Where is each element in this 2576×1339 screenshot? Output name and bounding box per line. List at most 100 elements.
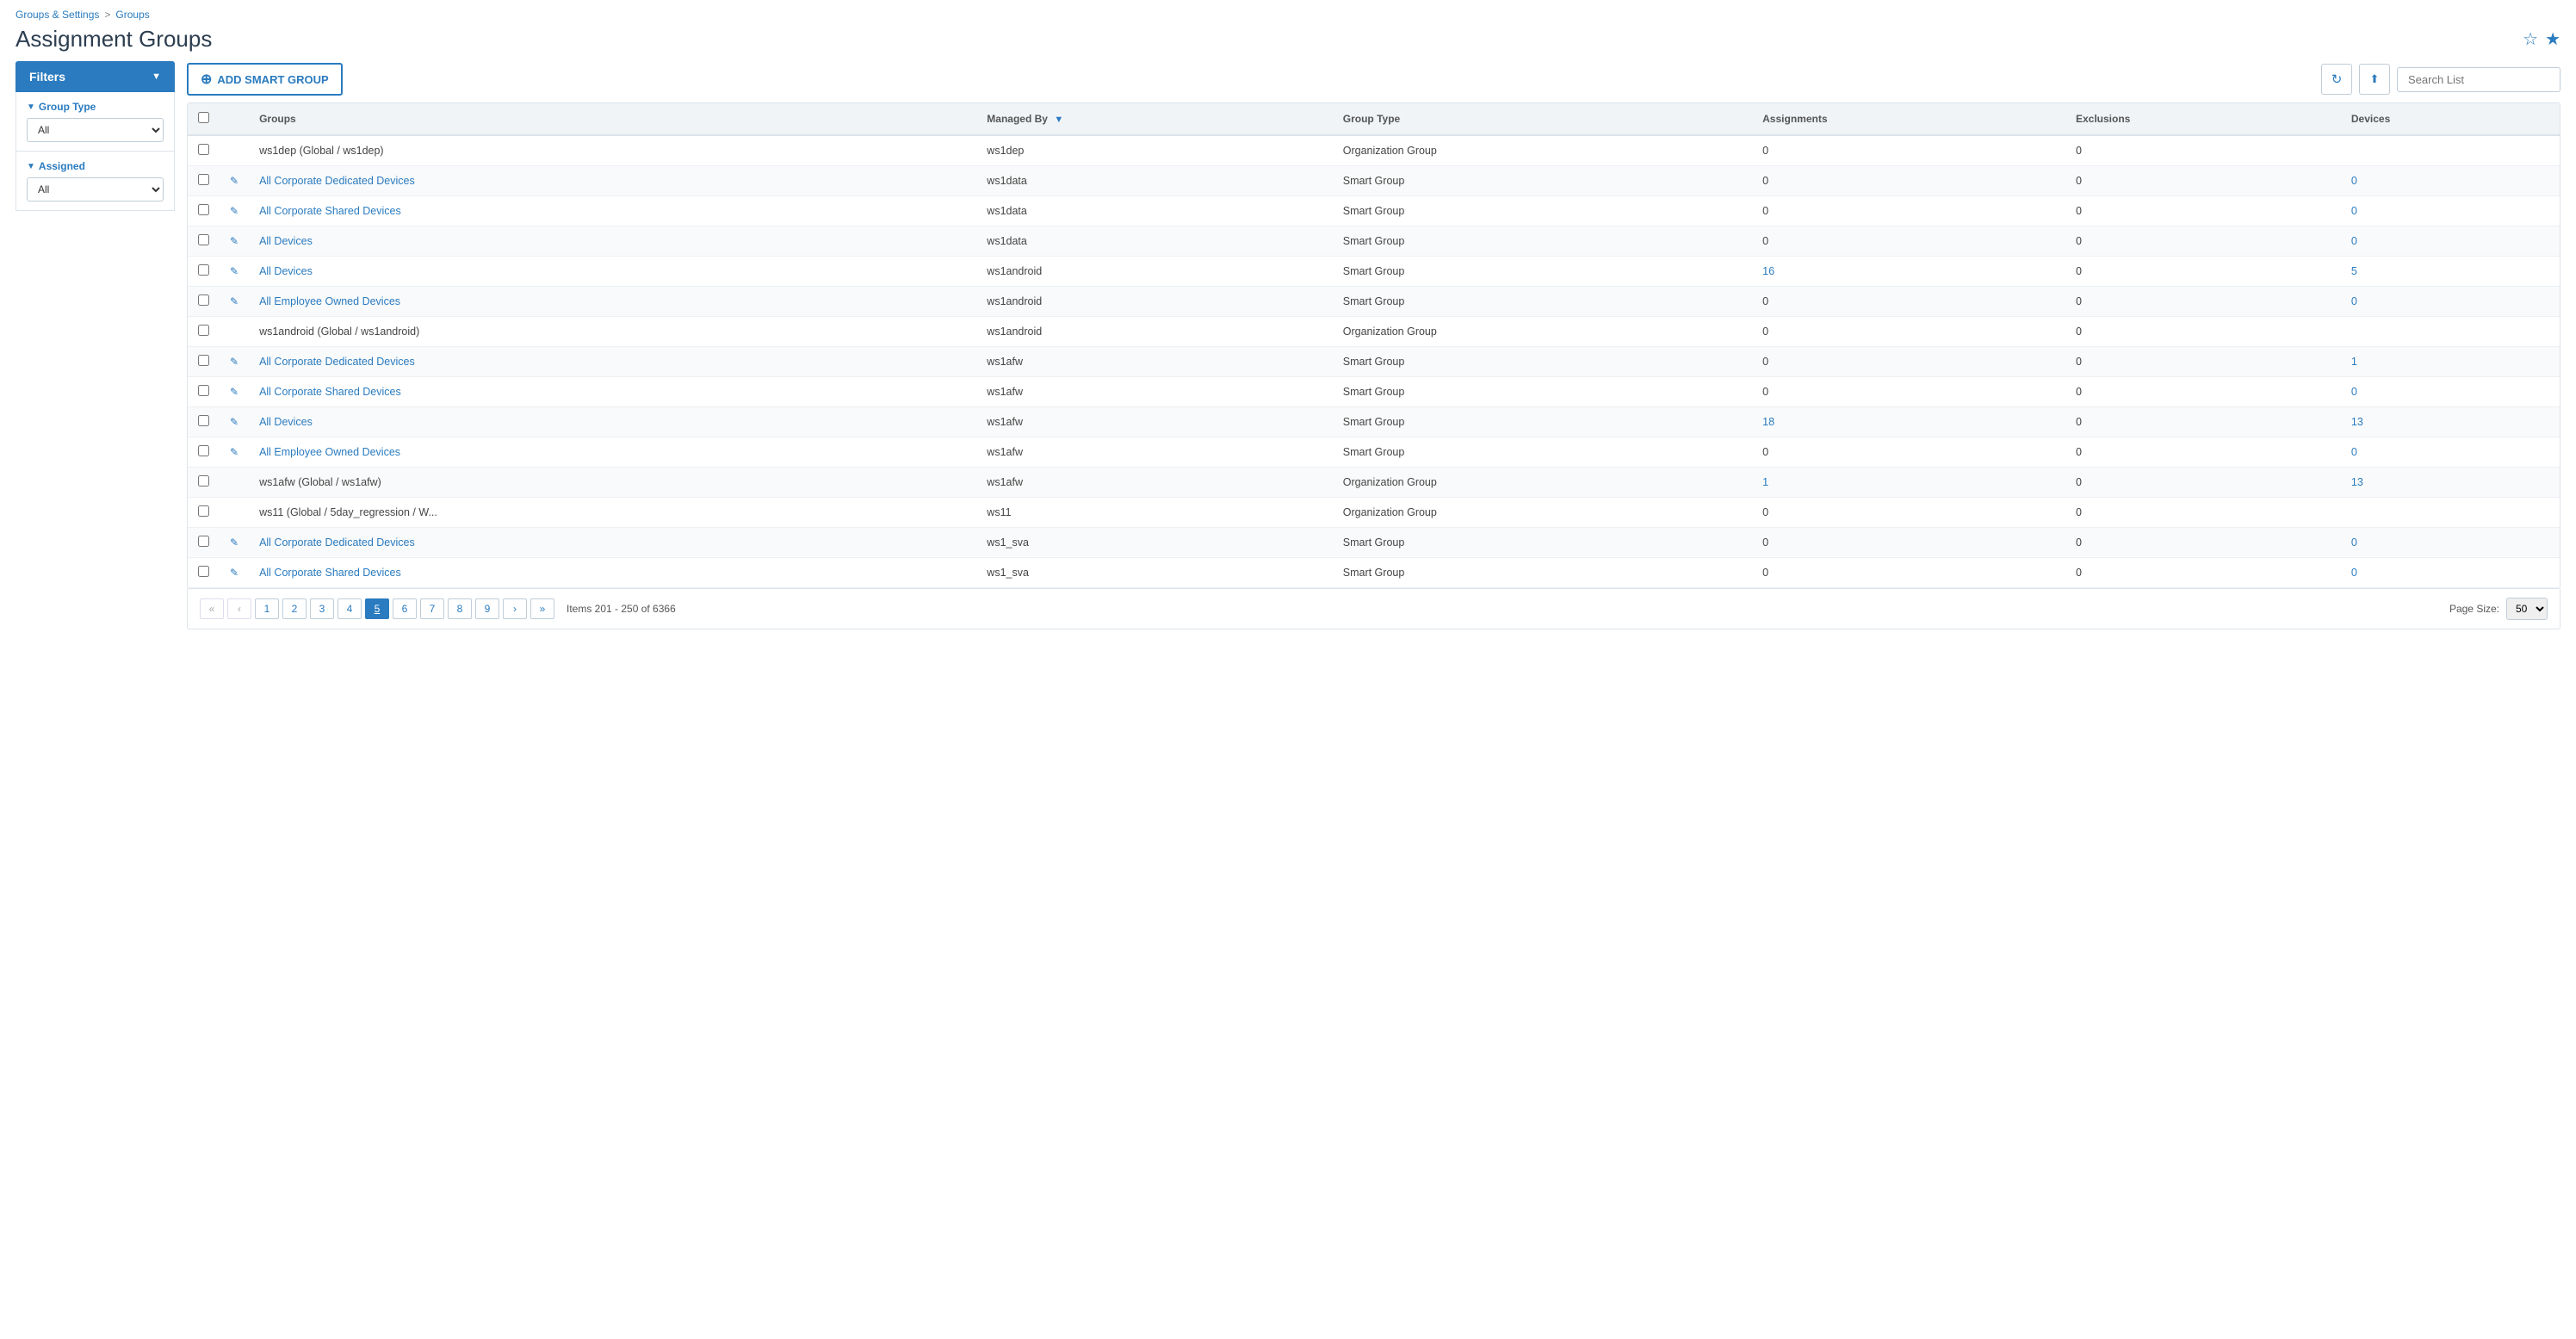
edit-icon[interactable]: ✎ xyxy=(230,446,238,458)
row-devices: 0 xyxy=(2341,528,2560,558)
row-checkbox[interactable] xyxy=(198,536,209,547)
pagination-right: Page Size: 50 xyxy=(2449,598,2548,620)
edit-icon[interactable]: ✎ xyxy=(230,567,238,579)
row-checkbox[interactable] xyxy=(198,174,209,185)
devices-link[interactable]: 0 xyxy=(2351,386,2357,398)
group-link[interactable]: All Corporate Dedicated Devices xyxy=(259,175,415,187)
row-group-type: Smart Group xyxy=(1333,196,1752,226)
last-page-button[interactable]: » xyxy=(530,598,554,619)
row-checkbox[interactable] xyxy=(198,475,209,487)
export-button[interactable]: ⬆ xyxy=(2359,64,2390,95)
group-link[interactable]: All Corporate Dedicated Devices xyxy=(259,356,415,368)
devices-link[interactable]: 0 xyxy=(2351,446,2357,458)
edit-icon[interactable]: ✎ xyxy=(230,205,238,217)
page-2-button[interactable]: 2 xyxy=(282,598,307,619)
edit-icon[interactable]: ✎ xyxy=(230,175,238,187)
page-size-select[interactable]: 50 xyxy=(2506,598,2548,620)
devices-link[interactable]: 0 xyxy=(2351,536,2357,549)
devices-link[interactable]: 0 xyxy=(2351,205,2357,217)
row-checkbox[interactable] xyxy=(198,385,209,396)
group-link[interactable]: All Devices xyxy=(259,235,313,247)
header-edit-cell xyxy=(220,103,249,135)
row-checkbox[interactable] xyxy=(198,355,209,366)
table-row: ws1android (Global / ws1android)ws1andro… xyxy=(188,317,2560,347)
assigned-filter-label[interactable]: ▼ Assigned xyxy=(27,160,164,172)
row-exclusions: 0 xyxy=(2065,528,2341,558)
group-link[interactable]: All Corporate Dedicated Devices xyxy=(259,536,415,549)
select-all-checkbox[interactable] xyxy=(198,112,209,123)
bookmark-icon[interactable]: ☆ xyxy=(2523,28,2538,50)
group-link[interactable]: All Employee Owned Devices xyxy=(259,446,400,458)
chevron-down-icon-2: ▼ xyxy=(27,162,35,171)
row-devices: 1 xyxy=(2341,347,2560,377)
group-type-select[interactable]: All xyxy=(27,118,164,142)
row-checkbox-cell xyxy=(188,468,220,498)
page-8-button[interactable]: 8 xyxy=(448,598,472,619)
devices-link[interactable]: 0 xyxy=(2351,567,2357,579)
devices-link[interactable]: 0 xyxy=(2351,295,2357,307)
page-9-button[interactable]: 9 xyxy=(475,598,499,619)
edit-icon[interactable]: ✎ xyxy=(230,235,238,247)
group-link[interactable]: All Corporate Shared Devices xyxy=(259,386,401,398)
assigned-select[interactable]: All xyxy=(27,177,164,201)
row-checkbox[interactable] xyxy=(198,505,209,517)
row-checkbox[interactable] xyxy=(198,415,209,426)
group-link[interactable]: All Corporate Shared Devices xyxy=(259,567,401,579)
row-devices: 0 xyxy=(2341,226,2560,257)
edit-icon[interactable]: ✎ xyxy=(230,416,238,428)
row-assignments: 0 xyxy=(1752,317,2065,347)
row-checkbox[interactable] xyxy=(198,325,209,336)
row-group-name: All Corporate Dedicated Devices xyxy=(249,347,976,377)
breadcrumb-part2[interactable]: Groups xyxy=(115,9,149,21)
row-managed-by: ws1data xyxy=(976,166,1332,196)
refresh-button[interactable]: ↻ xyxy=(2321,64,2352,95)
edit-icon[interactable]: ✎ xyxy=(230,265,238,277)
assignments-link[interactable]: 18 xyxy=(1762,416,1774,428)
row-group-type: Organization Group xyxy=(1333,498,1752,528)
row-checkbox[interactable] xyxy=(198,445,209,456)
group-link[interactable]: All Devices xyxy=(259,265,313,277)
group-type-filter-label[interactable]: ▼ Group Type xyxy=(27,101,164,113)
row-checkbox[interactable] xyxy=(198,144,209,155)
devices-link[interactable]: 0 xyxy=(2351,235,2357,247)
page-7-button[interactable]: 7 xyxy=(420,598,444,619)
prev-page-button[interactable]: ‹ xyxy=(227,598,251,619)
assignments-link[interactable]: 1 xyxy=(1762,476,1768,488)
page-1-button[interactable]: 1 xyxy=(255,598,279,619)
row-exclusions: 0 xyxy=(2065,437,2341,468)
devices-link[interactable]: 1 xyxy=(2351,356,2357,368)
row-group-name: ws11 (Global / 5day_regression / W... xyxy=(249,498,976,528)
row-checkbox[interactable] xyxy=(198,566,209,577)
devices-link[interactable]: 13 xyxy=(2351,416,2363,428)
header-managed-by[interactable]: Managed By ▼ xyxy=(976,103,1332,135)
next-page-button[interactable]: › xyxy=(503,598,527,619)
devices-link[interactable]: 5 xyxy=(2351,265,2357,277)
devices-link[interactable]: 0 xyxy=(2351,175,2357,187)
edit-icon[interactable]: ✎ xyxy=(230,295,238,307)
star-icon[interactable]: ★ xyxy=(2545,28,2561,50)
assignments-link[interactable]: 16 xyxy=(1762,265,1774,277)
devices-num-link[interactable]: 13 xyxy=(2351,476,2363,488)
search-input[interactable] xyxy=(2397,67,2561,92)
edit-icon[interactable]: ✎ xyxy=(230,536,238,549)
group-link[interactable]: All Corporate Shared Devices xyxy=(259,205,401,217)
page-5-button[interactable]: 5 xyxy=(365,598,389,619)
row-checkbox[interactable] xyxy=(198,264,209,276)
row-checkbox-cell xyxy=(188,437,220,468)
edit-icon[interactable]: ✎ xyxy=(230,386,238,398)
edit-icon[interactable]: ✎ xyxy=(230,356,238,368)
first-page-button[interactable]: « xyxy=(200,598,224,619)
breadcrumb-part1[interactable]: Groups & Settings xyxy=(15,9,99,21)
row-checkbox[interactable] xyxy=(198,294,209,306)
table-header-row: Groups Managed By ▼ Group Type Assignmen… xyxy=(188,103,2560,135)
group-link[interactable]: All Devices xyxy=(259,416,313,428)
row-checkbox[interactable] xyxy=(198,234,209,245)
assigned-label-text: Assigned xyxy=(39,160,85,172)
page-6-button[interactable]: 6 xyxy=(393,598,417,619)
filters-button[interactable]: Filters ▼ xyxy=(15,61,175,92)
row-checkbox[interactable] xyxy=(198,204,209,215)
add-smart-group-button[interactable]: ⊕ ADD SMART GROUP xyxy=(187,63,343,96)
page-3-button[interactable]: 3 xyxy=(310,598,334,619)
page-4-button[interactable]: 4 xyxy=(337,598,362,619)
group-link[interactable]: All Employee Owned Devices xyxy=(259,295,400,307)
